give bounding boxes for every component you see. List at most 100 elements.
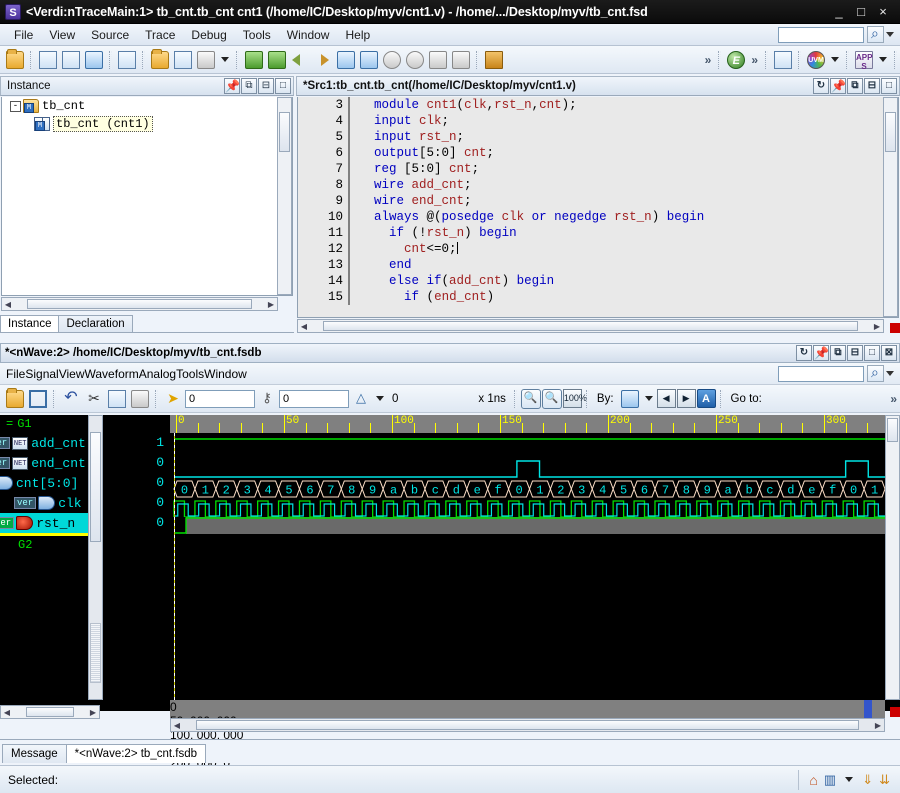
zoom-in-icon[interactable]: [542, 389, 562, 409]
zoom-out-icon[interactable]: [521, 389, 541, 409]
signal-row-end-cnt[interactable]: ver NET end_cnt: [0, 453, 88, 473]
waveform-vscrollbar[interactable]: [885, 415, 900, 700]
tab-instance[interactable]: Instance: [0, 315, 59, 332]
menu-trace[interactable]: Trace: [137, 26, 183, 44]
down-multi-icon[interactable]: ⇊: [879, 772, 890, 788]
apps-icon[interactable]: APPS: [853, 49, 875, 71]
forward-arrow-icon[interactable]: [312, 49, 334, 71]
scroll-thumb[interactable]: [279, 112, 290, 152]
toolbar-overflow-left[interactable]: »: [702, 53, 715, 67]
maximize-icon[interactable]: □: [275, 78, 291, 94]
maximize-icon[interactable]: □: [864, 345, 880, 361]
scroll-thumb[interactable]: [26, 707, 74, 717]
green-out-icon[interactable]: [266, 49, 288, 71]
copy-icon[interactable]: [106, 388, 128, 410]
minimize-icon[interactable]: ⊟: [847, 345, 863, 361]
time-ruler-top[interactable]: 050100150200250300: [170, 415, 885, 433]
signal-name-list[interactable]: = G1 ver NET add_cnt ver NET end_cnt cnt…: [0, 415, 88, 700]
chevron-down-icon[interactable]: [886, 32, 894, 37]
scroll-right-arrow[interactable]: ▶: [87, 708, 99, 717]
search-icon[interactable]: [867, 26, 884, 43]
triangle-icon[interactable]: △: [350, 388, 372, 410]
dataflow-icon[interactable]: [60, 49, 82, 71]
marker-icon[interactable]: ⚷: [256, 388, 278, 410]
minimize-icon[interactable]: ⊟: [864, 78, 880, 94]
refresh-icon[interactable]: ↻: [813, 78, 829, 94]
nwave-menu-file[interactable]: File: [6, 367, 25, 381]
undock-icon[interactable]: ⧉: [847, 78, 863, 94]
scroll-left-arrow[interactable]: ◀: [298, 322, 310, 331]
toolbar-overflow-right[interactable]: »: [748, 53, 761, 67]
tree-node-tb-cnt-cnt1[interactable]: tb_cnt (cnt1): [2, 115, 292, 133]
minimize-button[interactable]: _: [832, 4, 846, 19]
folder-doc-icon[interactable]: [149, 49, 171, 71]
emulation-icon[interactable]: E: [725, 49, 747, 71]
chevron-down-icon[interactable]: [886, 371, 894, 376]
menu-source[interactable]: Source: [83, 26, 137, 44]
menu-view[interactable]: View: [41, 26, 83, 44]
instance-tree[interactable]: - tb_cnt tb_cnt (cnt1): [1, 97, 293, 296]
nwave-menu-analog[interactable]: Analog: [139, 367, 176, 381]
signal-list-vscrollbar[interactable]: [88, 415, 103, 700]
chevron-down-icon[interactable]: [376, 396, 384, 401]
scroll-right-arrow[interactable]: ▶: [872, 721, 884, 730]
home-icon[interactable]: ⌂: [809, 772, 817, 788]
chevron-down-icon[interactable]: [221, 57, 229, 62]
memory-icon[interactable]: [483, 49, 505, 71]
tab-declaration[interactable]: Declaration: [58, 315, 132, 332]
scroll-thumb[interactable]: [885, 112, 896, 152]
bottom-ruler-cursor[interactable]: [864, 700, 872, 718]
expander-icon[interactable]: -: [10, 101, 21, 112]
instance-tree-hscrollbar[interactable]: ◀ ▶: [1, 297, 278, 311]
signal-group-g2[interactable]: G2: [0, 536, 88, 554]
window-split-icon[interactable]: ▥: [824, 772, 836, 788]
edge-icon[interactable]: [619, 388, 641, 410]
back-arrow-icon[interactable]: [289, 49, 311, 71]
nwave-menu-view[interactable]: View: [59, 367, 85, 381]
pointer-icon[interactable]: ➤: [162, 388, 184, 410]
open-folder-icon[interactable]: [4, 388, 26, 410]
report-icon[interactable]: [195, 49, 217, 71]
maximize-icon[interactable]: □: [881, 78, 897, 94]
nwave-menu-window[interactable]: Window: [204, 367, 247, 381]
pencil-edit-icon[interactable]: [172, 49, 194, 71]
text-doc-icon[interactable]: [116, 49, 138, 71]
chevron-down-icon[interactable]: [645, 396, 653, 401]
signal-row-rst-n[interactable]: ver rst_n: [0, 513, 88, 533]
chevron-down-icon[interactable]: [831, 57, 839, 62]
nwave-menu-signal[interactable]: Signal: [25, 367, 58, 381]
down-arrow-icon[interactable]: [404, 49, 426, 71]
instance-tree-vscrollbar[interactable]: [277, 97, 292, 295]
scroll-thumb[interactable]: [887, 418, 898, 442]
add-grid-icon[interactable]: [772, 49, 794, 71]
refresh-icon[interactable]: ↻: [796, 345, 812, 361]
nwave-search-input[interactable]: [778, 366, 864, 382]
up-arrow-icon[interactable]: [381, 49, 403, 71]
signal-row-cnt-bus[interactable]: cnt[5:0]: [0, 473, 88, 493]
chevron-down-icon[interactable]: [879, 57, 887, 62]
scroll-left-arrow[interactable]: ◀: [2, 300, 14, 309]
scroll-thumb[interactable]: [196, 720, 859, 730]
green-in-icon[interactable]: [243, 49, 265, 71]
nwave-menu-waveform[interactable]: Waveform: [85, 367, 139, 381]
time-cursor[interactable]: [174, 433, 175, 700]
nwave-toolbar-overflow[interactable]: »: [887, 392, 900, 406]
tab-nwave-fsdb[interactable]: *<nWave:2> tb_cnt.fsdb: [66, 744, 206, 763]
driver-icon[interactable]: [335, 49, 357, 71]
pin-icon[interactable]: 📌: [813, 345, 829, 361]
waveform-hscrollbar[interactable]: ◀ ▶: [170, 718, 885, 732]
tab-message[interactable]: Message: [2, 744, 67, 763]
signal-group-g1[interactable]: = G1: [0, 415, 88, 433]
signal-row-clk[interactable]: ver clk: [14, 493, 88, 513]
source-hscrollbar[interactable]: ◀ ▶: [297, 319, 884, 333]
reload-icon[interactable]: [27, 388, 49, 410]
down-blue-icon[interactable]: ⇓: [862, 772, 873, 788]
zoom-fit-icon[interactable]: 100%: [563, 389, 582, 408]
open-folder-icon[interactable]: [4, 49, 26, 71]
scroll-right-arrow[interactable]: ▶: [265, 300, 277, 309]
tree-node-tb-cnt[interactable]: - tb_cnt: [2, 97, 292, 115]
paste-icon[interactable]: [129, 388, 151, 410]
waveform-canvas[interactable]: 050100150200250300 0123456789abcdef01234…: [170, 415, 885, 700]
pin-icon[interactable]: 📌: [224, 78, 240, 94]
scroll-right-arrow[interactable]: ▶: [871, 322, 883, 331]
